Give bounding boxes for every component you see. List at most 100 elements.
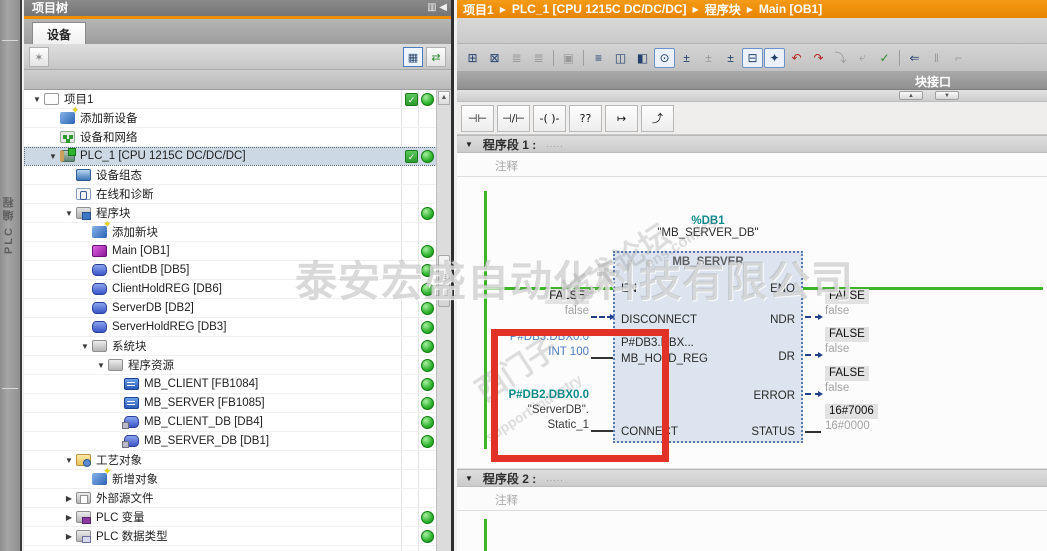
network-comments-toggle-icon[interactable]: ◫ [610, 48, 631, 68]
disconnect-value[interactable]: FALSE false [493, 289, 589, 319]
tree-item[interactable]: MB_SERVER [FB1085] [24, 394, 451, 413]
ndr-value[interactable]: FALSE false [825, 289, 925, 319]
tree-item[interactable]: ClientDB [DB5] [24, 261, 451, 280]
network-2-comment[interactable]: 注释 [457, 487, 1047, 511]
tree-item[interactable]: 添加新设备 [24, 109, 451, 128]
absolute-operands-icon[interactable]: ≡ [588, 48, 609, 68]
disconnect-operand[interactable]: false [493, 304, 589, 319]
splitter-collapse-up-icon[interactable]: ▲ [899, 91, 923, 100]
tree-item[interactable]: 添加新块 [24, 223, 451, 242]
collapse-networks-icon[interactable]: ⊟ [742, 48, 763, 68]
network-1-header[interactable]: ▼ 程序段 1 : ..... [457, 135, 1047, 153]
scrollbar-thumb[interactable] [438, 255, 450, 307]
collapse-panel-icon[interactable]: ◀ [439, 2, 447, 13]
tree-item[interactable]: ClientHoldREG [DB6] [24, 280, 451, 299]
status-value[interactable]: 16#7006 16#0000 [825, 404, 925, 434]
tree-item[interactable]: 设备组态 [24, 166, 451, 185]
insert-row-above-icon[interactable]: ≣ [506, 48, 527, 68]
update-block-call-icon[interactable]: ⤵ [830, 48, 851, 68]
pin-error[interactable]: ERROR [753, 390, 795, 402]
tree-item[interactable]: ▼程序块 [24, 204, 451, 223]
next-error-icon[interactable]: ↷ [808, 48, 829, 68]
insert-network-icon[interactable]: ⊞ [462, 48, 483, 68]
breadcrumb-segment[interactable]: PLC_1 [CPU 1215C DC/DC/DC] [512, 2, 687, 16]
scroll-up-icon[interactable]: ▲ [438, 91, 450, 105]
operand-display-toggle-icon[interactable]: ± [720, 48, 741, 68]
pin-disconnect[interactable]: DISCONNECT [621, 314, 697, 326]
tree-item[interactable]: ▼系统块 [24, 337, 451, 356]
expand-arrow-icon[interactable]: ▶ [62, 532, 76, 541]
tree-item[interactable]: 设备和网络 [24, 128, 451, 147]
tree-item[interactable]: ▼PLC_1 [CPU 1215C DC/DC/DC]✓ [24, 147, 451, 166]
tree-item[interactable]: ▼程序资源 [24, 356, 451, 375]
box-io-toggle-icon[interactable]: ± [676, 48, 697, 68]
nc-contact-tool-icon[interactable]: ⊣/⊢ [497, 105, 530, 132]
pin-status[interactable]: STATUS [751, 426, 795, 438]
dr-value[interactable]: FALSE false [825, 327, 925, 357]
previous-error-icon[interactable]: ↶ [786, 48, 807, 68]
block-interface-bar[interactable]: 块接口 [457, 72, 1047, 90]
breadcrumb-segment[interactable]: Main [OB1] [759, 2, 822, 16]
jump-label-icon[interactable]: ‖ [926, 48, 947, 68]
pin-dr[interactable]: DR [778, 351, 795, 363]
expand-arrow-icon[interactable]: ▼ [62, 209, 76, 218]
delete-network-icon[interactable]: ⊠ [484, 48, 505, 68]
call-structure-icon[interactable]: ⌐ [948, 48, 969, 68]
network-2-header[interactable]: ▼ 程序段 2 : ..... [457, 469, 1047, 487]
expand-arrow-icon[interactable]: ▼ [78, 342, 92, 351]
splitter-collapse-down-icon[interactable]: ▼ [935, 91, 959, 100]
pin-ndr[interactable]: NDR [770, 314, 795, 326]
favorites-icon[interactable]: ✦ [764, 48, 785, 68]
error-operand[interactable]: false [825, 381, 925, 396]
expand-arrow-icon[interactable]: ▼ [62, 456, 76, 465]
plc-programming-rail-label[interactable]: PLC 编程 [1, 195, 17, 254]
expand-arrow-icon[interactable]: ▼ [30, 95, 44, 104]
close-branch-tool-icon[interactable]: ⤴ [641, 105, 674, 132]
tree-item[interactable]: ServerHoldREG [DB3] [24, 318, 451, 337]
no-contact-tool-icon[interactable]: ⊣⊢ [461, 105, 494, 132]
insert-row-below-icon[interactable]: ≣ [528, 48, 549, 68]
tree-item[interactable]: ServerDB [DB2] [24, 299, 451, 318]
table-view-icon[interactable]: ▦ [403, 47, 423, 67]
open-branch-tool-icon[interactable]: ↦ [605, 105, 638, 132]
tree-item[interactable]: ▼项目1✓ [24, 90, 451, 109]
breadcrumb-segment[interactable]: 项目1 [463, 1, 494, 18]
tree-item[interactable]: ▶PLC 变量 [24, 508, 451, 527]
dr-operand[interactable]: false [825, 342, 925, 357]
tree-item[interactable]: ▶PLC 数据类型 [24, 527, 451, 546]
expand-arrow-icon[interactable]: ▶ [62, 494, 76, 503]
sync-online-icon[interactable]: ⇄ [426, 47, 446, 67]
tree-item[interactable]: ▶外部源文件 [24, 489, 451, 508]
details-view-icon[interactable]: ✶ [29, 47, 49, 67]
network-titles-toggle-icon[interactable]: ◧ [632, 48, 653, 68]
network-1-comment[interactable]: 注释 [457, 153, 1047, 177]
tree-item[interactable]: 在线和诊断 [24, 185, 451, 204]
expand-arrow-icon[interactable]: ▼ [94, 361, 108, 370]
reset-start-values-icon[interactable]: ▣ [558, 48, 579, 68]
ndr-operand[interactable]: false [825, 304, 925, 319]
update-interface-icon[interactable]: ⤶ [852, 48, 873, 68]
consistency-check-icon[interactable]: ✓ [874, 48, 895, 68]
tab-devices[interactable]: 设备 [32, 22, 86, 44]
expand-arrow-icon[interactable]: ▶ [62, 513, 76, 522]
status-operand[interactable]: 16#0000 [825, 419, 925, 434]
pin-panel-icon[interactable]: ▥ [427, 2, 436, 13]
tree-item[interactable]: MB_CLIENT [FB1084] [24, 375, 451, 394]
network-collapse-icon[interactable]: ▼ [465, 474, 473, 483]
free-comments-toggle-icon[interactable]: ± [698, 48, 719, 68]
error-value[interactable]: FALSE false [825, 366, 925, 396]
comments-bubble-icon[interactable]: ⊙ [654, 48, 675, 68]
tree-item[interactable]: 新增对象 [24, 470, 451, 489]
tree-item[interactable]: ▼工艺对象 [24, 451, 451, 470]
coil-tool-icon[interactable]: -( )- [533, 105, 566, 132]
tree-scrollbar[interactable]: ▲ [436, 90, 451, 551]
tree-item[interactable]: Main [OB1] [24, 242, 451, 261]
breadcrumb-segment[interactable]: 程序块 [705, 1, 741, 18]
goto-definition-icon[interactable]: ⇐ [904, 48, 925, 68]
tree-item[interactable]: MB_SERVER_DB [DB1] [24, 432, 451, 451]
empty-box-tool-icon[interactable]: ?? [569, 105, 602, 132]
expand-arrow-icon[interactable]: ▼ [46, 152, 60, 161]
instance-db-caption[interactable]: %DB1 "MB_SERVER_DB" [613, 215, 803, 239]
network-collapse-icon[interactable]: ▼ [465, 140, 473, 149]
tree-item[interactable]: MB_CLIENT_DB [DB4] [24, 413, 451, 432]
